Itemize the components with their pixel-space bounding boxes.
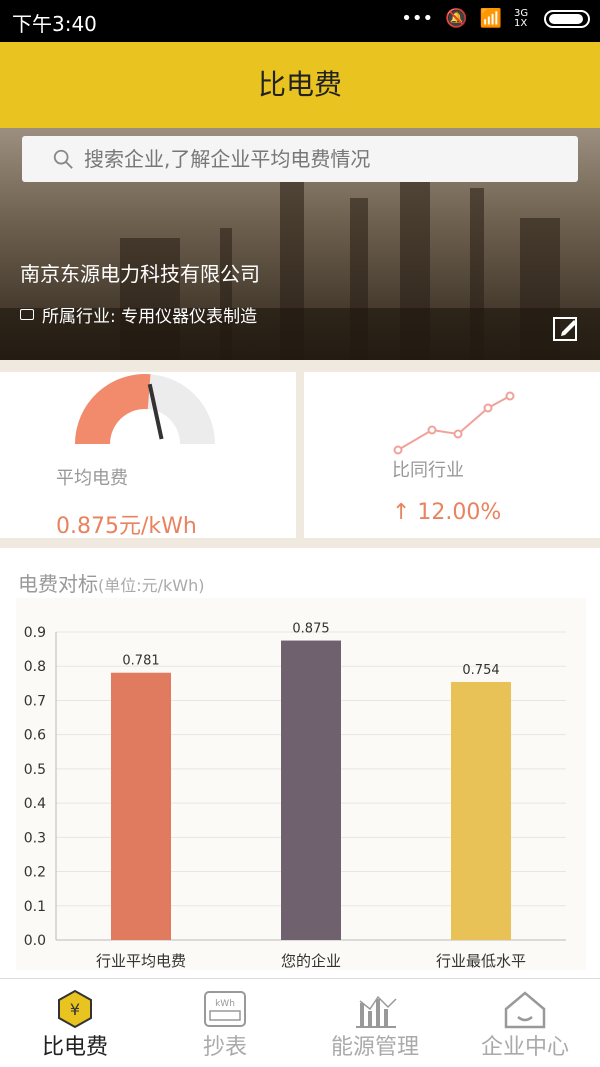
status-icons: ••• 🔕 📶 3G 1X (401, 8, 590, 29)
company-name: 南京东源电力科技有限公司 (20, 262, 260, 286)
bar-3 (451, 681, 511, 940)
benchmark-chart-panel: 电费对标(单位:元/kWh) 0.0 0.1 0.2 0.3 0.4 0.5 0.6 0.7 0… (0, 548, 600, 978)
bar-2 (281, 640, 341, 940)
y-tick-label: 0.7 (24, 693, 46, 709)
network-type: 3G 1X (514, 7, 529, 29)
svg-text:kWh: kWh (215, 999, 235, 1009)
trend-line-icon (393, 391, 515, 455)
x-category-label: 您的企业 (281, 952, 341, 970)
bar-data-label: 0.875 (292, 622, 329, 637)
nav-item-enterprise[interactable]: 企业中心 (450, 979, 600, 1067)
y-tick-label: 0.2 (24, 865, 46, 881)
bar-1 (111, 672, 171, 940)
bar-data-label: 0.781 (122, 654, 159, 669)
y-tick-label: 0.4 (24, 796, 46, 812)
company-banner: 南京东源电力科技有限公司 所属行业: 专用仪器仪表制造 (0, 128, 600, 360)
nav-label-compare: 比电费 (41, 1035, 108, 1060)
svg-text:¥: ¥ (70, 1000, 80, 1019)
bar-data-label: 0.754 (462, 663, 499, 678)
y-tick-label: 0.5 (24, 762, 46, 778)
yen-hexagon-icon: ¥ (58, 989, 92, 1029)
y-tick-label: 0.8 (24, 659, 46, 675)
page-title: 比电费 (257, 68, 342, 101)
y-tick-label: 0.1 (24, 899, 46, 915)
mute-icon: 🔕 (445, 8, 468, 29)
x-category-label: 行业最低水平 (436, 952, 526, 970)
house-icon (504, 991, 546, 1029)
search-bar[interactable] (22, 136, 578, 182)
title-bar: 比电费 (0, 42, 600, 128)
industry-compare-card[interactable]: 比同行业 ↑ 12.00% (304, 372, 600, 538)
nav-label-meter: 抄表 (202, 1035, 247, 1060)
benchmark-bar-chart: 0.0 0.1 0.2 0.3 0.4 0.5 0.6 0.7 0.8 0.9 0.781 行业平均电… (16, 598, 586, 970)
average-cost-label: 平均电费 (56, 468, 128, 489)
nav-label-enterprise: 企业中心 (480, 1035, 569, 1060)
industry-label: 所属行业: 专用仪器仪表制造 (42, 307, 258, 327)
wifi-icon: 📶 (479, 8, 502, 29)
average-cost-card[interactable]: 平均电费 0.875元/kWh (0, 372, 296, 539)
kwh-meter-icon: kWh (204, 991, 246, 1027)
battery-icon (544, 9, 590, 28)
company-industry: 所属行业: 专用仪器仪表制造 (20, 302, 257, 327)
search-input[interactable] (84, 147, 544, 171)
status-bar: 下午3:40 ••• 🔕 📶 3G 1X (0, 0, 600, 42)
average-cost-value: 0.875元/kWh (56, 514, 197, 539)
industry-compare-label: 比同行业 (392, 460, 464, 481)
nav-item-meter[interactable]: kWh 抄表 (150, 979, 300, 1067)
briefcase-icon (20, 309, 34, 320)
x-category-label: 行业平均电费 (96, 952, 186, 970)
search-icon (53, 149, 73, 169)
nav-item-energy[interactable]: 能源管理 (300, 979, 450, 1067)
bar-chart-icon (356, 995, 397, 1028)
gauge-fill (75, 374, 151, 444)
y-tick-label: 0.6 (24, 728, 46, 744)
y-tick-label: 0.9 (24, 625, 46, 641)
nav-label-energy: 能源管理 (330, 1035, 419, 1060)
gauge-icon (75, 374, 215, 444)
y-tick-label: 0.3 (24, 830, 46, 846)
y-tick-label: 0.0 (24, 933, 46, 949)
nav-item-compare[interactable]: ¥ 比电费 (0, 979, 150, 1067)
bottom-nav: ¥ 比电费 kWh 抄表 能源管理 企业中心 (0, 978, 600, 1067)
status-time: 下午3:40 (12, 12, 97, 36)
more-dots-icon: ••• (401, 8, 434, 29)
edit-icon[interactable] (552, 314, 580, 342)
industry-compare-value: ↑ 12.00% (392, 500, 502, 525)
